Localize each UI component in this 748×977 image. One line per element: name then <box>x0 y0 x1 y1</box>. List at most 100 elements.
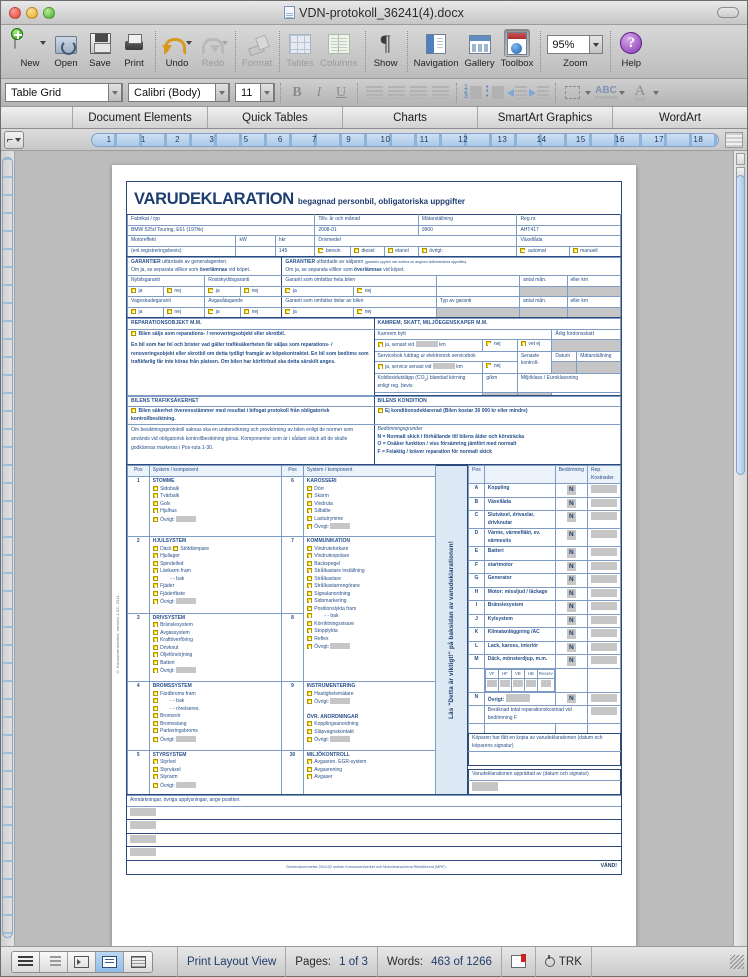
tyre-field-reserv[interactable] <box>536 678 555 692</box>
list-item[interactable]: Fjäder <box>152 583 279 591</box>
checkbox-icon[interactable] <box>520 341 526 347</box>
list-item[interactable]: Avgasrening <box>306 766 433 775</box>
grade-value[interactable]: N <box>566 693 576 704</box>
cost-cell[interactable] <box>587 654 621 669</box>
checkbox-icon[interactable] <box>306 598 312 604</box>
font-combo[interactable]: Calibri (Body) <box>128 83 230 102</box>
seller-signature-field[interactable] <box>468 779 621 796</box>
garanti-hela-km-field[interactable] <box>566 285 622 298</box>
increase-indent-button[interactable] <box>528 83 550 103</box>
vertical-ruler[interactable] <box>1 151 15 946</box>
checkbox-icon[interactable] <box>152 637 158 643</box>
highlight-caret-icon[interactable] <box>619 90 625 95</box>
list-item[interactable]: Reflex <box>306 635 433 644</box>
list-item[interactable]: Positionslykta fram <box>306 605 433 614</box>
decrease-indent-button[interactable] <box>506 83 528 103</box>
kontroll-matarstallning-field[interactable] <box>576 361 621 374</box>
open-button[interactable]: Open <box>49 28 83 69</box>
font-color-button[interactable]: A <box>629 83 651 103</box>
list-item[interactable]: Hjullager <box>152 553 279 561</box>
list-item[interactable]: Släpvagnskontakt <box>306 728 433 737</box>
checkbox-icon[interactable] <box>387 247 393 253</box>
font-color-caret-icon[interactable] <box>653 90 659 95</box>
gallery-button[interactable]: Gallery <box>461 28 497 69</box>
checkbox-icon[interactable] <box>306 766 312 772</box>
highlight-button[interactable]: ABC <box>595 83 617 103</box>
cost-cell[interactable] <box>587 483 621 498</box>
assessment-name-n[interactable]: Övrigt: <box>483 691 556 707</box>
checkbox-icon[interactable] <box>306 590 312 596</box>
publishing-view-button[interactable] <box>68 951 96 972</box>
garanti-hela-ja[interactable]: ja <box>281 285 355 298</box>
grade-value[interactable]: N <box>566 498 576 509</box>
document-page[interactable]: © Konsumentverket, version 1.02, 2011 VA… <box>112 165 636 946</box>
list-item[interactable]: Avgassystem <box>152 629 279 638</box>
checkbox-icon[interactable] <box>377 342 383 348</box>
list-item[interactable]: Övrigt: <box>152 598 279 607</box>
checkbox-icon[interactable] <box>306 721 312 726</box>
checkbox-icon[interactable] <box>152 720 158 726</box>
grade-value[interactable]: N <box>566 561 576 572</box>
bulleted-list-button[interactable]: • • • <box>484 83 506 103</box>
fordonsskatt-field[interactable] <box>551 339 621 352</box>
checkbox-icon[interactable] <box>306 583 312 589</box>
list-item[interactable]: Körriktningsvisare <box>306 620 433 629</box>
list-item[interactable]: Sidobalk <box>152 485 279 494</box>
checkbox-icon[interactable] <box>306 524 312 530</box>
grade-value[interactable]: N <box>566 530 576 540</box>
borders-caret-icon[interactable] <box>585 90 591 95</box>
list-item[interactable]: - - bak <box>306 613 433 621</box>
total-cost-field[interactable] <box>587 705 621 725</box>
help-button[interactable]: ? Help <box>614 28 648 69</box>
list-item[interactable]: Dörr <box>306 485 433 494</box>
tab-stop-selector[interactable]: ⌐ <box>4 130 24 149</box>
list-item[interactable]: Avgasren. EGR-system <box>306 759 433 767</box>
checkbox-icon[interactable] <box>131 330 136 336</box>
tyre-field-vf[interactable] <box>484 678 499 692</box>
list-item[interactable]: Övrigt: <box>306 736 433 745</box>
list-item[interactable]: Oljeförsörjning <box>152 652 279 660</box>
list-item[interactable]: Batteri <box>152 659 279 668</box>
notes-line-1[interactable] <box>127 805 621 821</box>
style-dropdown-button[interactable] <box>108 83 122 102</box>
list-item[interactable]: Styrväxel <box>152 766 279 775</box>
list-item[interactable]: Övrigt: <box>306 523 433 532</box>
notebook-view-button[interactable] <box>124 951 152 972</box>
checkbox-icon[interactable] <box>152 500 158 506</box>
checkbox-icon[interactable] <box>306 545 312 551</box>
align-right-button[interactable] <box>407 83 429 103</box>
checkbox-icon[interactable] <box>306 568 312 574</box>
list-item[interactable]: - - rörelseres. <box>152 705 279 714</box>
list-item[interactable]: Övrigt: <box>306 643 433 652</box>
italic-button[interactable]: I <box>308 83 330 103</box>
cost-cell[interactable] <box>587 613 621 628</box>
checkbox-icon[interactable] <box>306 635 312 641</box>
scroll-up-arrow[interactable] <box>736 153 745 165</box>
checkbox-icon[interactable] <box>152 629 158 635</box>
list-item[interactable]: Parkeringsbroms <box>152 728 279 736</box>
kamrem-vetej-cell[interactable]: vet ej <box>516 339 553 352</box>
tab-smartart-graphics[interactable]: SmartArt Graphics <box>478 107 613 128</box>
align-justify-button[interactable] <box>429 83 451 103</box>
cost-cell[interactable] <box>587 573 621 588</box>
checkbox-icon[interactable] <box>166 287 172 293</box>
scroll-thumb[interactable] <box>736 175 745 475</box>
checkbox-icon[interactable] <box>208 287 214 293</box>
checkbox-icon[interactable] <box>152 766 158 772</box>
list-item[interactable]: Avgaser <box>306 774 433 782</box>
zoom-dropdown-button[interactable] <box>589 35 604 54</box>
checkbox-icon[interactable] <box>152 698 158 703</box>
cost-cell[interactable] <box>587 546 621 561</box>
tyre-field-hf[interactable] <box>497 678 512 692</box>
list-item[interactable]: Färdbroms fram <box>152 690 279 699</box>
cost-cell[interactable] <box>587 640 621 655</box>
grade-value[interactable]: N <box>566 629 576 639</box>
list-item[interactable]: Länkarm fram <box>152 568 279 576</box>
cost-cell[interactable] <box>587 627 621 642</box>
cost-cell[interactable] <box>587 691 621 707</box>
cost-cell[interactable] <box>587 528 621 548</box>
new-menu-caret-icon[interactable] <box>40 41 46 45</box>
undo-menu-caret-icon[interactable] <box>186 41 192 45</box>
checkbox-icon[interactable] <box>244 308 250 314</box>
checkbox-icon[interactable] <box>152 652 158 658</box>
